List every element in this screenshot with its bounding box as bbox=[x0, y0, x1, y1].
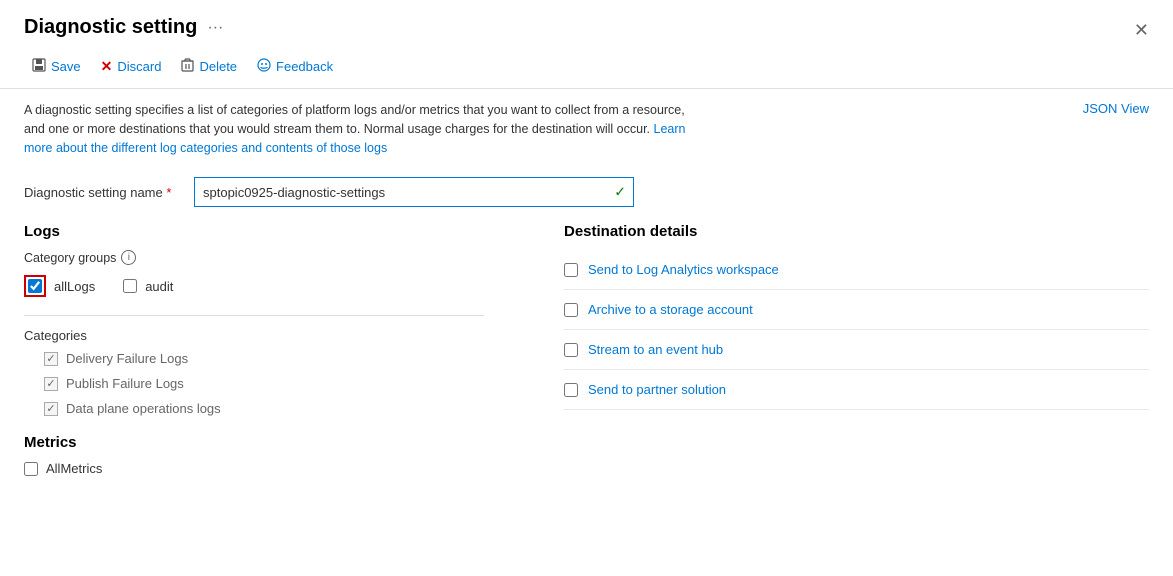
dialog-ellipsis: ··· bbox=[207, 19, 223, 37]
destination-title: Destination details bbox=[564, 223, 1149, 240]
dialog-header: Diagnostic setting ··· ✕ bbox=[0, 0, 1173, 47]
destination-log-analytics: Send to Log Analytics workspace bbox=[564, 250, 1149, 290]
discard-label: Discard bbox=[117, 59, 161, 74]
delivery-failure-label: Delivery Failure Logs bbox=[66, 351, 188, 366]
allmetrics-label[interactable]: AllMetrics bbox=[46, 461, 102, 476]
info-section: A diagnostic setting specifies a list of… bbox=[0, 89, 1173, 169]
setting-name-input-wrap: ✓ bbox=[194, 177, 634, 207]
storage-account-checkbox[interactable] bbox=[564, 303, 578, 317]
log-analytics-label[interactable]: Send to Log Analytics workspace bbox=[588, 262, 779, 277]
data-plane-checkbox: ✓ bbox=[44, 402, 58, 416]
audit-checkbox-row: audit bbox=[123, 279, 173, 294]
data-plane-ops-row: ✓ Data plane operations logs bbox=[44, 401, 504, 416]
json-view-link[interactable]: JSON View bbox=[1083, 101, 1149, 116]
storage-account-label[interactable]: Archive to a storage account bbox=[588, 302, 753, 317]
destination-event-hub: Stream to an event hub bbox=[564, 330, 1149, 370]
delivery-failure-checkbox: ✓ bbox=[44, 352, 58, 366]
feedback-label: Feedback bbox=[276, 59, 333, 74]
save-label: Save bbox=[51, 59, 81, 74]
audit-checkbox[interactable] bbox=[123, 279, 137, 293]
feedback-button[interactable]: Feedback bbox=[249, 53, 341, 80]
diagnostic-setting-dialog: Diagnostic setting ··· ✕ Save ✕ Discard … bbox=[0, 0, 1173, 576]
categories-label: Categories bbox=[24, 328, 504, 343]
delete-icon bbox=[181, 58, 194, 75]
publish-failure-label: Publish Failure Logs bbox=[66, 376, 184, 391]
data-plane-check-icon: ✓ bbox=[46, 402, 55, 415]
discard-icon: ✕ bbox=[101, 58, 113, 75]
allmetrics-checkbox[interactable] bbox=[24, 462, 38, 476]
destination-storage-account: Archive to a storage account bbox=[564, 290, 1149, 330]
partner-solution-checkbox[interactable] bbox=[564, 383, 578, 397]
alllogs-checkbox-row: allLogs bbox=[24, 275, 95, 297]
delivery-failure-logs-row: ✓ Delivery Failure Logs bbox=[44, 351, 504, 366]
log-analytics-checkbox[interactable] bbox=[564, 263, 578, 277]
event-hub-label[interactable]: Stream to an event hub bbox=[588, 342, 723, 357]
category-groups-label: Category groups i bbox=[24, 250, 504, 265]
event-hub-checkbox[interactable] bbox=[564, 343, 578, 357]
data-plane-label: Data plane operations logs bbox=[66, 401, 221, 416]
metrics-section-title: Metrics bbox=[24, 434, 504, 451]
info-text-line2: and one or more destinations that you wo… bbox=[24, 122, 685, 136]
setting-name-input[interactable] bbox=[194, 177, 634, 207]
toolbar: Save ✕ Discard Delete Feedback bbox=[0, 47, 1173, 89]
alllogs-label[interactable]: allLogs bbox=[54, 279, 95, 294]
dialog-title: Diagnostic setting bbox=[24, 16, 197, 39]
category-groups-info-icon[interactable]: i bbox=[121, 250, 136, 265]
required-marker: * bbox=[166, 185, 171, 200]
main-content: Logs Category groups i allLogs audit bbox=[0, 223, 1173, 484]
close-button[interactable]: ✕ bbox=[1130, 16, 1153, 45]
metrics-section: Metrics AllMetrics bbox=[24, 434, 504, 476]
logs-section-title: Logs bbox=[24, 223, 504, 240]
alllogs-checkbox[interactable] bbox=[28, 279, 42, 293]
left-panel: Logs Category groups i allLogs audit bbox=[24, 223, 504, 484]
learn-more-link[interactable]: Learn bbox=[654, 122, 686, 136]
allmetrics-checkbox-row: AllMetrics bbox=[24, 461, 504, 476]
alllogs-highlight-border bbox=[24, 275, 46, 297]
delivery-failure-check-icon: ✓ bbox=[46, 352, 55, 365]
info-text-line1: A diagnostic setting specifies a list of… bbox=[24, 103, 685, 117]
destination-partner-solution: Send to partner solution bbox=[564, 370, 1149, 410]
delete-button[interactable]: Delete bbox=[173, 53, 245, 80]
feedback-icon bbox=[257, 58, 271, 75]
log-categories-link[interactable]: more about the different log categories … bbox=[24, 141, 387, 155]
partner-solution-label[interactable]: Send to partner solution bbox=[588, 382, 726, 397]
publish-failure-logs-row: ✓ Publish Failure Logs bbox=[44, 376, 504, 391]
delete-label: Delete bbox=[199, 59, 237, 74]
audit-label[interactable]: audit bbox=[145, 279, 173, 294]
save-icon bbox=[32, 58, 46, 75]
setting-name-label: Diagnostic setting name * bbox=[24, 185, 184, 200]
discard-button[interactable]: ✕ Discard bbox=[93, 53, 170, 80]
info-text: A diagnostic setting specifies a list of… bbox=[24, 101, 685, 157]
publish-failure-checkbox: ✓ bbox=[44, 377, 58, 391]
setting-name-row: Diagnostic setting name * ✓ bbox=[0, 169, 1173, 223]
publish-failure-check-icon: ✓ bbox=[46, 377, 55, 390]
right-panel: Destination details Send to Log Analytic… bbox=[564, 223, 1149, 484]
save-button[interactable]: Save bbox=[24, 53, 89, 80]
input-valid-icon: ✓ bbox=[614, 184, 626, 201]
